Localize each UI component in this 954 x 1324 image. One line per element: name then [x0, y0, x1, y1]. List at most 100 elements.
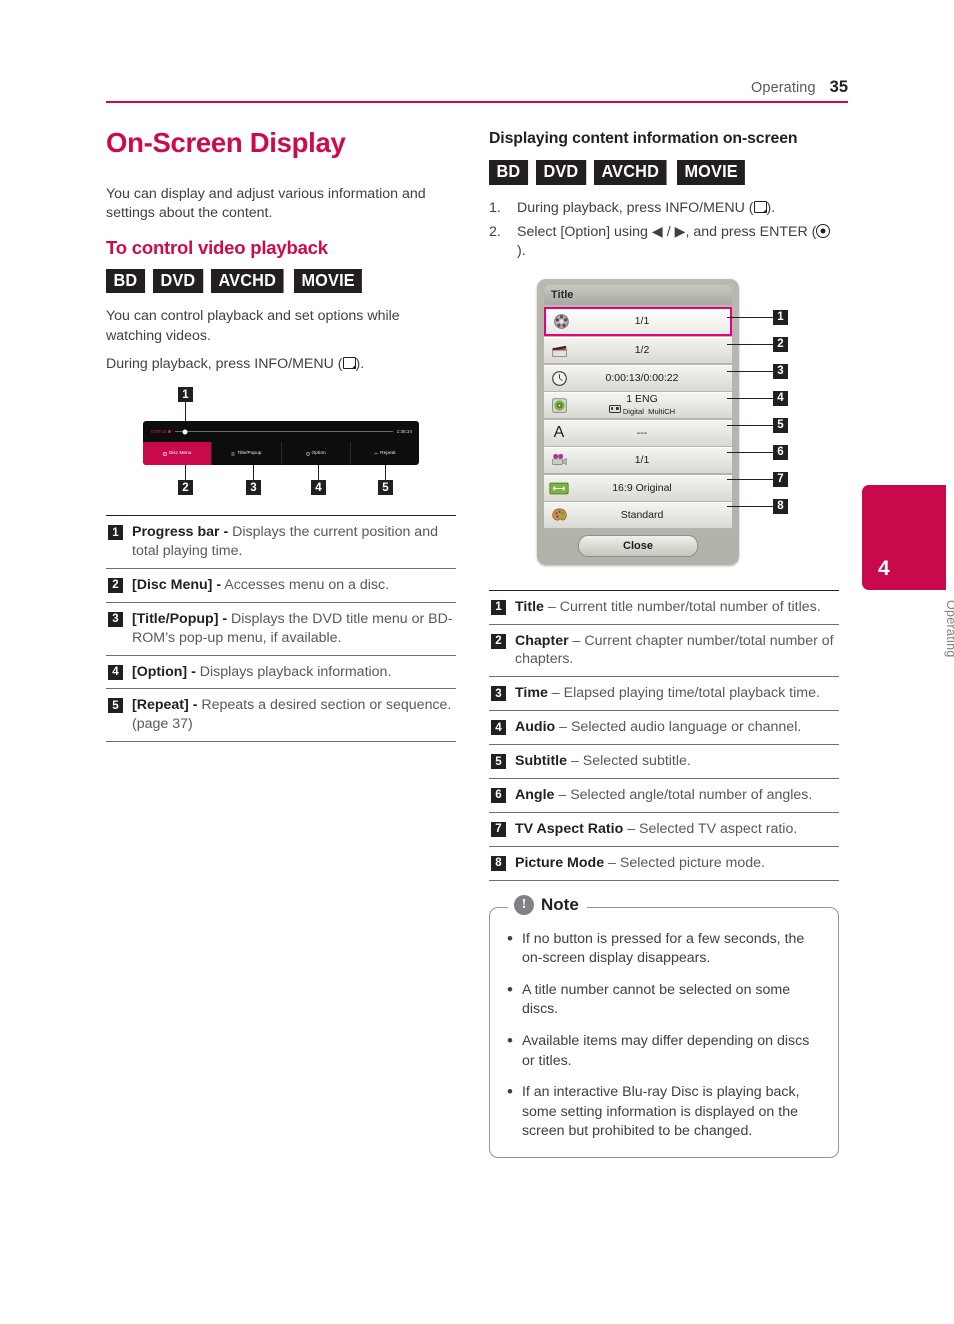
header-row: Operating 35 — [106, 78, 848, 101]
osd-callout-line-6 — [727, 451, 773, 454]
film-reel-icon — [546, 313, 576, 330]
legend-number: 1 — [108, 525, 123, 541]
note-item-text: A title number cannot be selected on som… — [521, 981, 791, 1018]
disc-menu-button[interactable]: Disc Menu — [143, 442, 212, 466]
title-popup-label: Title/Popup — [237, 451, 262, 457]
legend-term: Chapter — [515, 632, 569, 649]
close-button[interactable]: Close — [578, 535, 698, 558]
legend-text: [Title/Popup] - Displays the DVD title m… — [132, 610, 454, 648]
step-text: Select [Option] using ◀ / ▶, and press E… — [517, 223, 839, 262]
osd-row-list: 1/1 1/2 0:00:13/0:00:22 1 ENG Digital Mu… — [544, 306, 732, 529]
legend-text: [Repeat] - Repeats a desired section or … — [132, 696, 454, 734]
speaker-icon — [544, 397, 574, 414]
legend-row: 4 Audio – Selected audio language or cha… — [489, 711, 839, 746]
badge-movie: MOVIE — [677, 160, 746, 185]
osd-callout-line-8 — [727, 505, 773, 508]
gear-icon — [305, 451, 310, 456]
osd-row-audio[interactable]: 1 ENG Digital MultiCH — [544, 392, 732, 419]
osd-value-title: 1/1 — [634, 314, 650, 327]
letter-a-icon: A — [553, 424, 565, 442]
legend-row: 2 [Disc Menu] - Accesses menu on a disc. — [106, 569, 456, 603]
badge-movie: MOVIE — [294, 268, 363, 294]
legend-text: Angle – Selected angle/total number of a… — [515, 786, 812, 805]
legend-number: 3 — [108, 611, 123, 627]
chapter-side-label: Operating — [944, 600, 954, 658]
option-button[interactable]: Option — [280, 442, 350, 466]
chapter-side-tab: 4 — [862, 485, 946, 590]
osd-callout-7: 7 — [773, 471, 788, 487]
osd-audio-format-label: Digital — [622, 407, 644, 417]
repeat-button[interactable]: Repeat — [349, 442, 419, 466]
osd-row-angle[interactable]: 1/1 — [544, 447, 732, 474]
legend-term: Angle — [515, 786, 555, 803]
legend-number: 3 — [491, 686, 506, 702]
osd-value-tv-aspect-ratio: 16:9 Original — [612, 481, 672, 494]
callout-line-2 — [185, 465, 187, 481]
player-legend-list: 1 Progress bar - Displays the current po… — [106, 515, 456, 743]
legend-desc: – Selected TV aspect ratio. — [623, 820, 798, 837]
step-number: 2. — [489, 223, 501, 240]
callout-2: 2 — [178, 480, 193, 496]
callout-3: 3 — [246, 480, 261, 496]
legend-text: [Disc Menu] - Accesses menu on a disc. — [132, 576, 389, 595]
osd-value-subtitle: --- — [636, 426, 648, 439]
step-text-pre: Select [Option] using ◀ / ▶, and press E… — [517, 223, 817, 240]
progress-bar[interactable]: 0:00:03 1:38:34 — [143, 421, 419, 442]
osd-callout-5: 5 — [773, 417, 788, 433]
legend-text: Picture Mode – Selected picture mode. — [515, 854, 765, 873]
repeat-label: Repeat — [380, 451, 396, 457]
osd-row-tv-aspect-ratio[interactable]: 16:9 Original — [544, 474, 732, 501]
legend-term: [Option] - — [132, 663, 196, 680]
exclamation-icon: ! — [514, 894, 534, 915]
badge-avchd: AVCHD — [211, 268, 284, 294]
badge-bd: BD — [489, 160, 528, 185]
note-item: • A title number cannot be selected on so… — [507, 979, 822, 1020]
progress-track[interactable] — [175, 429, 393, 435]
osd-header: Title — [544, 284, 732, 305]
osd-row-picture-mode[interactable]: Standard — [544, 502, 732, 529]
callout-line-5 — [385, 465, 387, 481]
note-box: ! Note • If no button is pressed for a fe… — [489, 894, 839, 1158]
header-rule — [106, 101, 848, 103]
osd-row-chapter[interactable]: 1/2 — [544, 337, 732, 364]
legend-number: 2 — [108, 577, 123, 593]
legend-desc: – Selected picture mode. — [604, 854, 765, 871]
legend-desc: – Selected subtitle. — [567, 753, 691, 770]
callout-line-3 — [253, 465, 255, 481]
osd-callout-8: 8 — [773, 498, 788, 514]
progress-knob[interactable] — [182, 429, 188, 435]
legend-row: 5 Subtitle – Selected subtitle. — [489, 745, 839, 779]
section-heading-control-video-playback: To control video playback — [106, 237, 328, 259]
total-time: 1:38:34 — [396, 429, 412, 435]
step-text-post: ). — [517, 243, 526, 260]
legend-term: Picture Mode — [515, 854, 605, 871]
badge-bd: BD — [106, 268, 145, 294]
legend-row: 1 Progress bar - Displays the current po… — [106, 516, 456, 569]
osd-row-title[interactable]: 1/1 — [544, 306, 732, 336]
osd-value-picture-mode: Standard — [620, 509, 664, 522]
info-menu-key-icon — [753, 200, 767, 213]
page-title: On-Screen Display — [106, 127, 346, 158]
step-number: 1. — [489, 199, 501, 216]
legend-number: 5 — [108, 698, 123, 714]
osd-menu-figure: Title 1/1 1/2 0:00:13/0:00:22 1 ENG Digi… — [489, 276, 839, 576]
legend-row: 8 Picture Mode – Selected picture mode. — [489, 847, 839, 881]
legend-row: 5 [Repeat] - Repeats a desired section o… — [106, 689, 456, 743]
osd-callout-4: 4 — [773, 390, 788, 406]
bullet-icon: • — [507, 1030, 513, 1050]
legend-term: Subtitle — [515, 753, 568, 770]
legend-number: 1 — [491, 599, 506, 615]
legend-row: 1 Title – Current title number/total num… — [489, 591, 839, 625]
osd-row-time[interactable]: 0:00:13/0:00:22 — [544, 364, 732, 391]
osd-audio-format: Digital MultiCH — [608, 405, 675, 417]
note-title: Note — [541, 894, 579, 914]
title-popup-button[interactable]: Title/Popup — [211, 442, 280, 466]
legend-term: TV Aspect Ratio — [515, 820, 624, 837]
osd-row-subtitle[interactable]: A --- — [544, 419, 732, 446]
legend-text: Audio – Selected audio language or chann… — [515, 718, 801, 737]
legend-desc: – Selected audio language or channel. — [555, 719, 802, 736]
badge-avchd: AVCHD — [594, 160, 667, 185]
legend-desc: – Selected angle/total number of angles. — [554, 786, 813, 803]
bullet-icon: • — [507, 979, 513, 999]
legend-term: [Disc Menu] - — [132, 576, 222, 593]
